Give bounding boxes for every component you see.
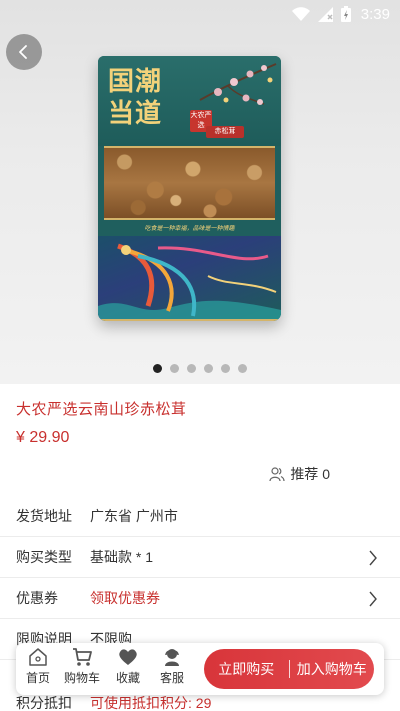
purchase-type-row[interactable]: 购买类型 基础款 * 1 [0, 537, 400, 578]
wifi-icon [291, 7, 310, 21]
clock: 3:39 [360, 5, 390, 23]
recommend-count[interactable]: 推荐 0 [269, 464, 330, 484]
add-to-cart-button[interactable]: 加入购物车 [290, 659, 375, 679]
package-tag: 赤松茸 [206, 126, 244, 138]
carousel-dot[interactable] [170, 364, 179, 373]
plum-blossom-decoration [199, 63, 277, 105]
carousel-indicators[interactable] [0, 364, 400, 374]
mushroom-window [104, 146, 275, 220]
cta-group: 立即购买 加入购物车 [204, 649, 374, 689]
favorite-button[interactable]: 收藏 [108, 647, 148, 686]
bottom-action-bar: 首页 购物车 收藏 客服 立即购买 加入购物车 [16, 643, 384, 695]
shipping-address-row: 发货地址 广东省 广州市 [0, 496, 400, 537]
back-button[interactable] [6, 34, 42, 70]
product-title: 大农严选云南山珍赤松茸 [16, 401, 187, 418]
row-label: 优惠券 [16, 590, 58, 606]
cart-icon [73, 648, 92, 666]
product-price: ¥ 29.90 [16, 429, 70, 446]
home-button[interactable]: 首页 [18, 647, 58, 686]
chevron-left-icon [19, 45, 27, 59]
claim-coupon-link[interactable]: 领取优惠券 [90, 588, 160, 608]
row-value: 基础款 * 1 [90, 549, 154, 565]
carousel-dot[interactable] [204, 364, 213, 373]
points-label: 积分抵扣 [16, 695, 72, 711]
battery-icon [340, 6, 351, 22]
cart-button[interactable]: 购物车 [62, 647, 102, 686]
carousel-dot[interactable] [187, 364, 196, 373]
package-slogan: 吃食是一种幸福，品味是一种情趣 [144, 226, 235, 232]
chevron-right-icon [369, 591, 377, 607]
heart-icon [119, 649, 137, 665]
product-image: 国潮 当道 大农严选 赤松茸 吃食是一种幸福，品味是一种情趣 [98, 56, 281, 321]
carousel-dot[interactable] [153, 364, 162, 373]
detail-list: 发货地址 广东省 广州市 购买类型 基础款 * 1 优惠券 领取优惠券 限购说明… [0, 496, 400, 660]
customer-service-button[interactable]: 客服 [152, 647, 192, 686]
customer-service-icon [165, 649, 179, 666]
buy-now-button[interactable]: 立即购买 [204, 659, 289, 679]
package-title: 国潮 当道 [108, 67, 163, 129]
chevron-right-icon [369, 550, 377, 566]
points-value: 可使用抵扣积分: 29 [90, 695, 212, 711]
product-image-gallery[interactable]: 国潮 当道 大农严选 赤松茸 吃食是一种幸福，品味是一种情趣 [0, 0, 400, 384]
signal-icon [317, 6, 333, 22]
phoenix-illustration [98, 243, 281, 321]
coupon-row[interactable]: 优惠券 领取优惠券 [0, 578, 400, 619]
recommend-label: 推荐 0 [290, 466, 330, 482]
carousel-dot[interactable] [238, 364, 247, 373]
row-value: 广东省 广州市 [90, 508, 178, 524]
row-label: 发货地址 [16, 508, 72, 524]
status-bar: 3:39 [0, 0, 400, 28]
home-icon [29, 648, 47, 666]
users-icon [269, 467, 285, 482]
carousel-dot[interactable] [221, 364, 230, 373]
row-label: 购买类型 [16, 549, 72, 565]
